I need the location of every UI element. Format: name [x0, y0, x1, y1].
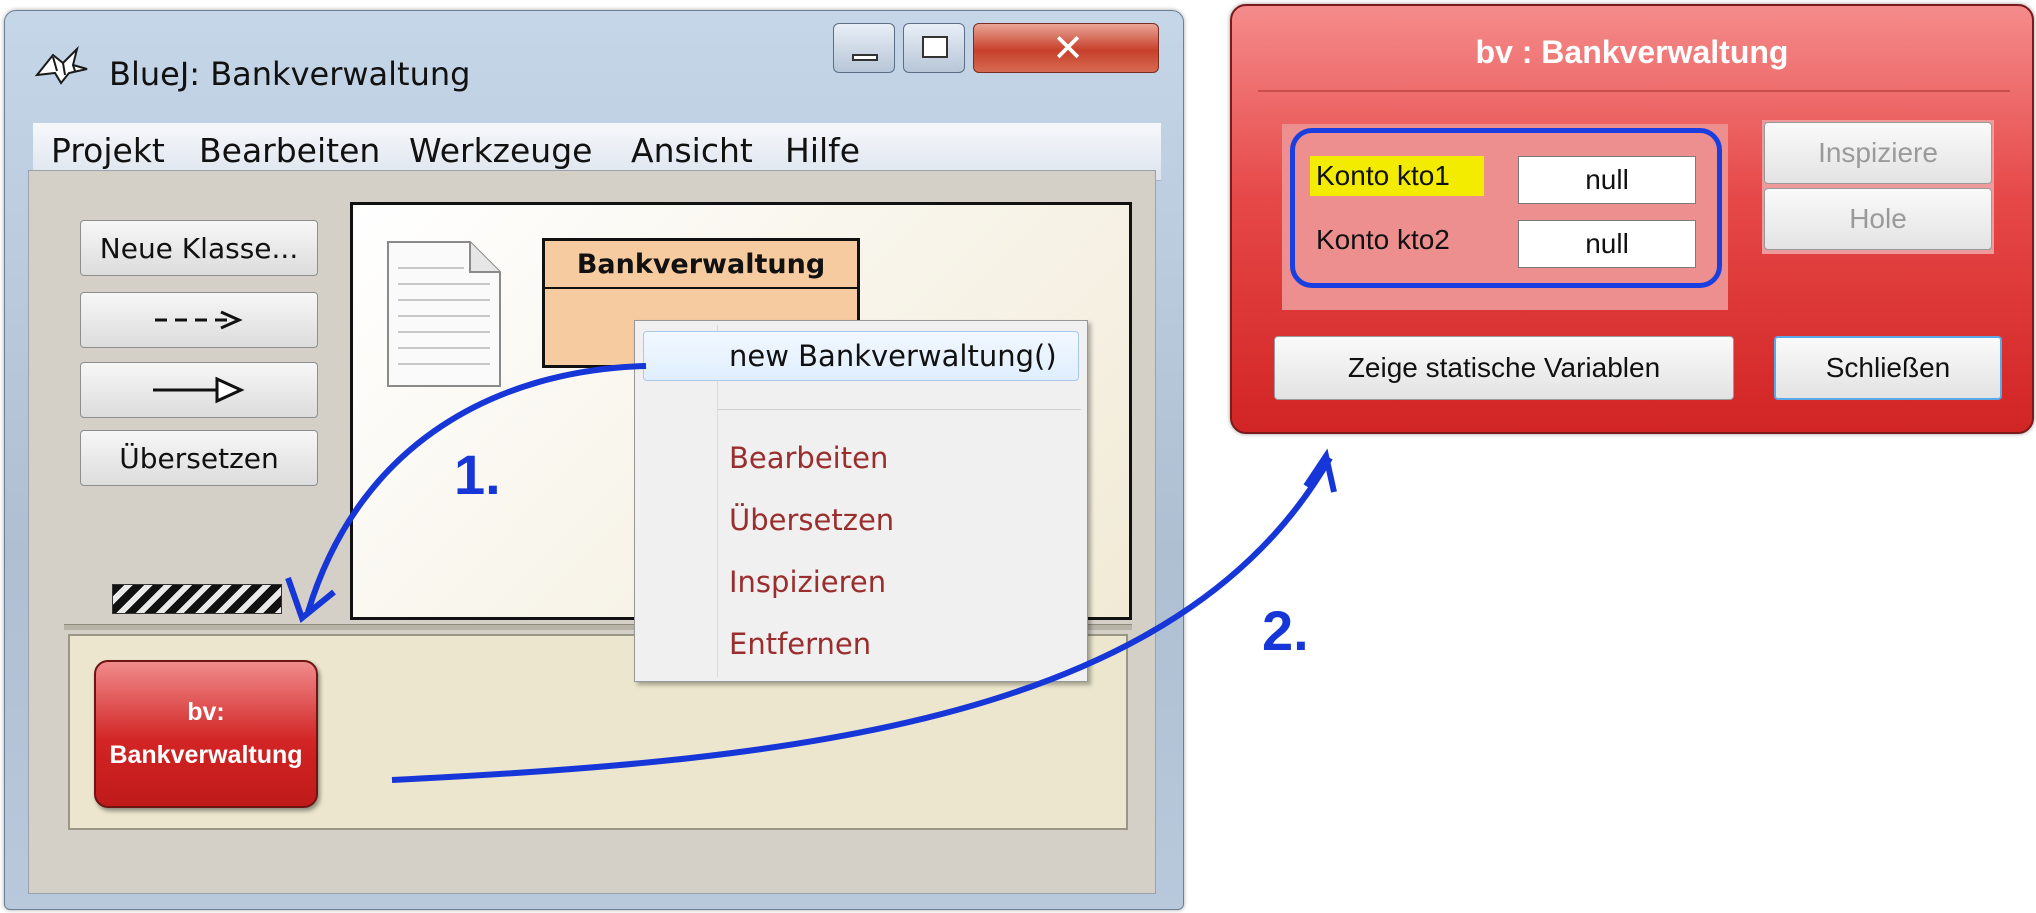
- show-static-variables-button[interactable]: Zeige statische Variablen: [1274, 336, 1734, 400]
- compile-button[interactable]: Übersetzen: [80, 430, 318, 486]
- close-inspector-button[interactable]: Schließen: [1774, 336, 2002, 400]
- object-inspector-window: bv : Bankverwaltung Konto kto1 null Kont…: [1230, 4, 2034, 434]
- class-name-label: Bankverwaltung: [545, 241, 857, 289]
- inspector-title-rule: [1258, 90, 2010, 92]
- dashed-arrow-icon: [155, 310, 243, 330]
- menu-item-bearbeiten[interactable]: Bearbeiten: [729, 441, 888, 475]
- menu-item-entfernen[interactable]: Entfernen: [729, 627, 871, 661]
- minimize-icon: [852, 54, 878, 61]
- menu-item-new-bankverwaltung[interactable]: new Bankverwaltung(): [729, 339, 1057, 373]
- menu-item-inspizieren[interactable]: Inspizieren: [729, 565, 886, 599]
- inheritance-arrow-icon: [153, 376, 245, 404]
- inheritance-arrow-button[interactable]: [80, 362, 318, 418]
- close-window-button[interactable]: ✕: [973, 23, 1159, 73]
- maximize-icon: [922, 36, 948, 58]
- bluej-bird-icon: [33, 45, 91, 85]
- close-icon: ✕: [1052, 26, 1084, 70]
- inspector-title: bv : Bankverwaltung: [1475, 34, 1789, 70]
- object-class: Bankverwaltung: [109, 741, 303, 769]
- menu-werkzeuge[interactable]: Werkzeuge: [409, 131, 592, 170]
- object-name: bv:: [187, 698, 225, 726]
- menu-item-uebersetzen[interactable]: Übersetzen: [729, 503, 894, 537]
- class-context-menu: new Bankverwaltung() Bearbeiten Übersetz…: [634, 320, 1088, 682]
- menu-bearbeiten[interactable]: Bearbeiten: [199, 131, 380, 170]
- readme-document-icon[interactable]: [384, 238, 504, 390]
- menu-ansicht[interactable]: Ansicht: [631, 131, 753, 170]
- get-button[interactable]: Hole: [1764, 188, 1992, 250]
- minimize-button[interactable]: [833, 23, 895, 73]
- inspect-button[interactable]: Inspiziere: [1764, 122, 1992, 184]
- arrow-step2-head: [1303, 448, 1337, 493]
- vm-activity-indicator: [112, 584, 282, 614]
- dependency-arrow-button[interactable]: [80, 292, 318, 348]
- menu-projekt[interactable]: Projekt: [51, 131, 165, 170]
- menu-separator: [717, 409, 1081, 410]
- maximize-button[interactable]: [903, 23, 965, 73]
- new-class-button[interactable]: Neue Klasse...: [80, 220, 318, 276]
- window-title: BlueJ: Bankverwaltung: [109, 55, 471, 93]
- annotation-step2: 2.: [1262, 599, 1309, 662]
- fields-highlight-ring: [1290, 128, 1722, 288]
- annotation-step1: 1.: [454, 443, 501, 506]
- object-bv[interactable]: bv: Bankverwaltung: [94, 660, 318, 808]
- menu-hilfe[interactable]: Hilfe: [785, 131, 860, 170]
